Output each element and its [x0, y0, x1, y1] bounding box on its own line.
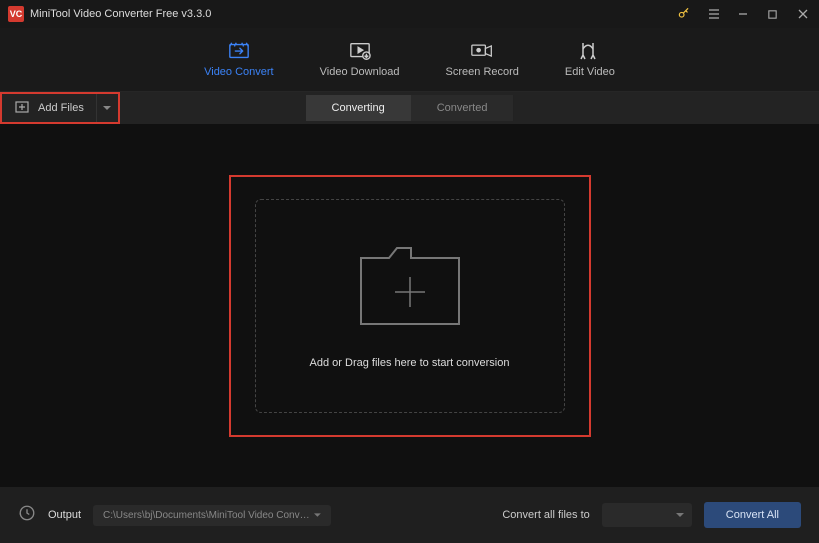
convert-all-button[interactable]: Convert All [704, 502, 801, 528]
convert-all-label: Convert all files to [502, 509, 589, 521]
titlebar: VC MiniTool Video Converter Free v3.3.0 [0, 0, 819, 28]
minimize-button[interactable] [737, 8, 751, 20]
video-download-icon [349, 42, 371, 60]
tab-screen-record[interactable]: Screen Record [446, 42, 519, 78]
main-area: Add or Drag files here to start conversi… [0, 124, 819, 487]
folder-add-icon [355, 242, 465, 335]
toolbar: Add Files Converting Converted [0, 92, 819, 124]
maximize-button[interactable] [767, 9, 781, 20]
chevron-down-icon [103, 106, 111, 111]
tab-label: Video Convert [204, 66, 274, 78]
drop-highlight: Add or Drag files here to start conversi… [229, 175, 591, 437]
tab-label: Screen Record [446, 66, 519, 78]
footer: Output C:\Users\bj\Documents\MiniTool Vi… [0, 487, 819, 543]
subtab-converting[interactable]: Converting [306, 95, 411, 121]
app-title: MiniTool Video Converter Free v3.3.0 [30, 8, 211, 20]
output-path-dropdown[interactable]: C:\Users\bj\Documents\MiniTool Video Con… [93, 505, 331, 526]
tab-video-convert[interactable]: Video Convert [204, 42, 274, 78]
tab-label: Edit Video [565, 66, 615, 78]
main-tabs: Video Convert Video Download Screen Reco… [0, 28, 819, 92]
drop-zone[interactable]: Add or Drag files here to start conversi… [255, 199, 565, 413]
key-icon[interactable] [677, 6, 691, 23]
tab-edit-video[interactable]: Edit Video [565, 42, 615, 78]
add-files-dropdown[interactable] [96, 94, 118, 122]
sub-tabs: Converting Converted [306, 95, 514, 121]
tab-video-download[interactable]: Video Download [320, 42, 400, 78]
output-label: Output [48, 509, 81, 521]
screen-record-icon [471, 42, 493, 60]
app-logo: VC [8, 6, 24, 22]
close-button[interactable] [797, 8, 811, 20]
add-files-group: Add Files [0, 92, 120, 124]
add-files-label: Add Files [38, 102, 84, 114]
tab-label: Video Download [320, 66, 400, 78]
edit-video-icon [579, 42, 601, 60]
add-file-icon [14, 100, 30, 117]
menu-icon[interactable] [707, 7, 721, 21]
output-path-text: C:\Users\bj\Documents\MiniTool Video Con… [103, 510, 314, 521]
drop-text: Add or Drag files here to start conversi… [310, 357, 510, 369]
format-dropdown[interactable] [602, 503, 692, 527]
subtab-converted[interactable]: Converted [411, 95, 514, 121]
video-convert-icon [228, 42, 250, 60]
chevron-down-icon [676, 513, 684, 518]
history-icon[interactable] [18, 504, 36, 527]
chevron-down-icon [314, 513, 321, 518]
add-files-button[interactable]: Add Files [2, 94, 96, 122]
